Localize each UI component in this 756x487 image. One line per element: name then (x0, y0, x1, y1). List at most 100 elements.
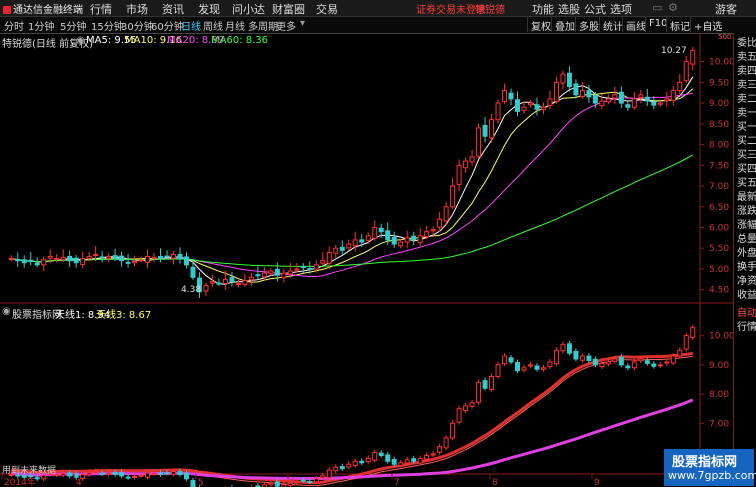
sub-candle-body (631, 361, 637, 369)
candle-body (456, 164, 462, 185)
menu-trade[interactable]: 交易 (316, 1, 338, 17)
sub-candle-body (612, 358, 618, 362)
subchart-settings-icon[interactable]: ◉ (2, 306, 11, 317)
candle-body (313, 264, 319, 270)
tool-add-watchlist[interactable]: +自选 (690, 17, 725, 33)
candle-body (638, 94, 644, 98)
menu-news[interactable]: 资讯 (162, 1, 184, 17)
candle-body (209, 280, 215, 284)
candle-body (34, 262, 40, 266)
sub-candle-body (638, 358, 644, 362)
candle-body (443, 206, 449, 222)
candle-body (599, 100, 605, 107)
sub-candle-body (592, 358, 598, 366)
menu-ask[interactable]: 问小达 (232, 1, 265, 17)
candle-body (534, 104, 540, 110)
period-multi[interactable]: 多周期 (248, 18, 278, 33)
panel-net-asset: 净资 (737, 276, 756, 287)
period-5min[interactable]: 5分钟 (60, 18, 86, 33)
candle-body (359, 239, 365, 243)
candle-body (138, 259, 144, 262)
menu-options[interactable]: 选项 (610, 1, 632, 17)
y-tick-label: 8.50 (709, 120, 729, 130)
sub-candle-body (378, 452, 384, 456)
candle-body (294, 268, 300, 271)
watermark-title: 股票指标网 (672, 455, 738, 470)
sub-candle-body (93, 471, 99, 474)
minimize-icon[interactable]: ▭ (652, 1, 662, 14)
candle-body (203, 285, 209, 292)
candle-body (378, 227, 384, 233)
candle-body (618, 91, 624, 104)
candle-body (657, 102, 663, 105)
period-weekly[interactable]: 周线 (203, 18, 223, 33)
candle-body (326, 251, 332, 264)
sub-red-band (11, 352, 693, 485)
menu-select-stock[interactable]: 选股 (558, 1, 580, 17)
chart-canvas[interactable]: 10.00 9.50 9.00 8.50 8.00 7.50 7.00 6.50 6.00 5.5… (0, 33, 733, 487)
sub-candle-body (125, 476, 131, 479)
guest-login[interactable]: 游客 (715, 1, 737, 17)
period-monthly[interactable]: 月线 (225, 18, 245, 33)
menu-discover[interactable]: 发现 (198, 1, 220, 17)
panel-quote[interactable]: 行情 (737, 321, 756, 334)
sub-candle-body (566, 343, 572, 354)
period-30min[interactable]: 30分钟 (121, 18, 154, 33)
panel-auto[interactable]: 自动 (737, 307, 756, 320)
period-15min[interactable]: 15分钟 (91, 18, 124, 33)
period-daily[interactable]: 日线 (181, 18, 201, 33)
sub-candle-body (508, 357, 514, 363)
tool-multi-stock[interactable]: 多股 (575, 17, 602, 33)
sub-candle-body (443, 437, 449, 449)
candle-body (235, 282, 241, 285)
candle-body (521, 106, 527, 112)
sub-candle-body (560, 343, 566, 352)
tool-overlay[interactable]: 叠加 (551, 17, 578, 33)
sub-candle-body (540, 367, 546, 370)
candle-body (540, 106, 546, 110)
candle-body (93, 253, 99, 256)
candle-body (307, 268, 313, 271)
menu-formula[interactable]: 公式 (584, 1, 606, 17)
period-more[interactable]: 更多 (276, 18, 296, 33)
x-tick-label: 4 (76, 478, 82, 487)
period-intraday[interactable]: 分时 (4, 18, 24, 33)
sub-candle-body (99, 472, 105, 475)
candle-body (651, 101, 657, 106)
candle-body (125, 261, 131, 264)
sub-candle-body (339, 466, 345, 470)
panel-ask5: 卖五 (737, 52, 756, 63)
candle-body (586, 90, 592, 98)
sub-candle-body (183, 472, 189, 480)
menu-function[interactable]: 功能 (532, 1, 554, 17)
sub-candle-body (190, 480, 196, 487)
candle-body (274, 268, 280, 276)
sub-candle-body (300, 479, 306, 482)
sub-candle-body (586, 355, 592, 361)
sub-candle-body (690, 327, 696, 338)
menu-wealth[interactable]: 财富圈 (272, 1, 305, 17)
ma10-line (11, 88, 694, 283)
candle-body (424, 231, 430, 238)
candle-body (515, 99, 521, 112)
candle-body (437, 218, 443, 228)
period-60min[interactable]: 60分钟 (151, 18, 184, 33)
sub-candle-body (138, 474, 144, 477)
chevron-down-icon[interactable]: ▾ (300, 18, 305, 29)
tool-mark[interactable]: 标记 (666, 17, 693, 33)
candle-body (573, 83, 579, 96)
candle-body (592, 94, 598, 104)
sub-candle-body (67, 472, 73, 477)
sub-candle-body (644, 360, 650, 364)
candle-body (158, 256, 164, 260)
sub-candle-body (527, 364, 533, 367)
menu-quotes[interactable]: 行情 (90, 1, 112, 17)
candle-body (41, 259, 47, 266)
menu-market[interactable]: 市场 (126, 1, 148, 17)
settings-icon[interactable]: ⚙ (668, 1, 678, 14)
panel-change-pct: 涨幅 (737, 220, 756, 231)
period-1min[interactable]: 1分钟 (28, 18, 54, 33)
candle-body (261, 272, 267, 278)
tool-restore-rights[interactable]: 复权 (527, 17, 554, 33)
sub-candle-body (599, 362, 605, 368)
